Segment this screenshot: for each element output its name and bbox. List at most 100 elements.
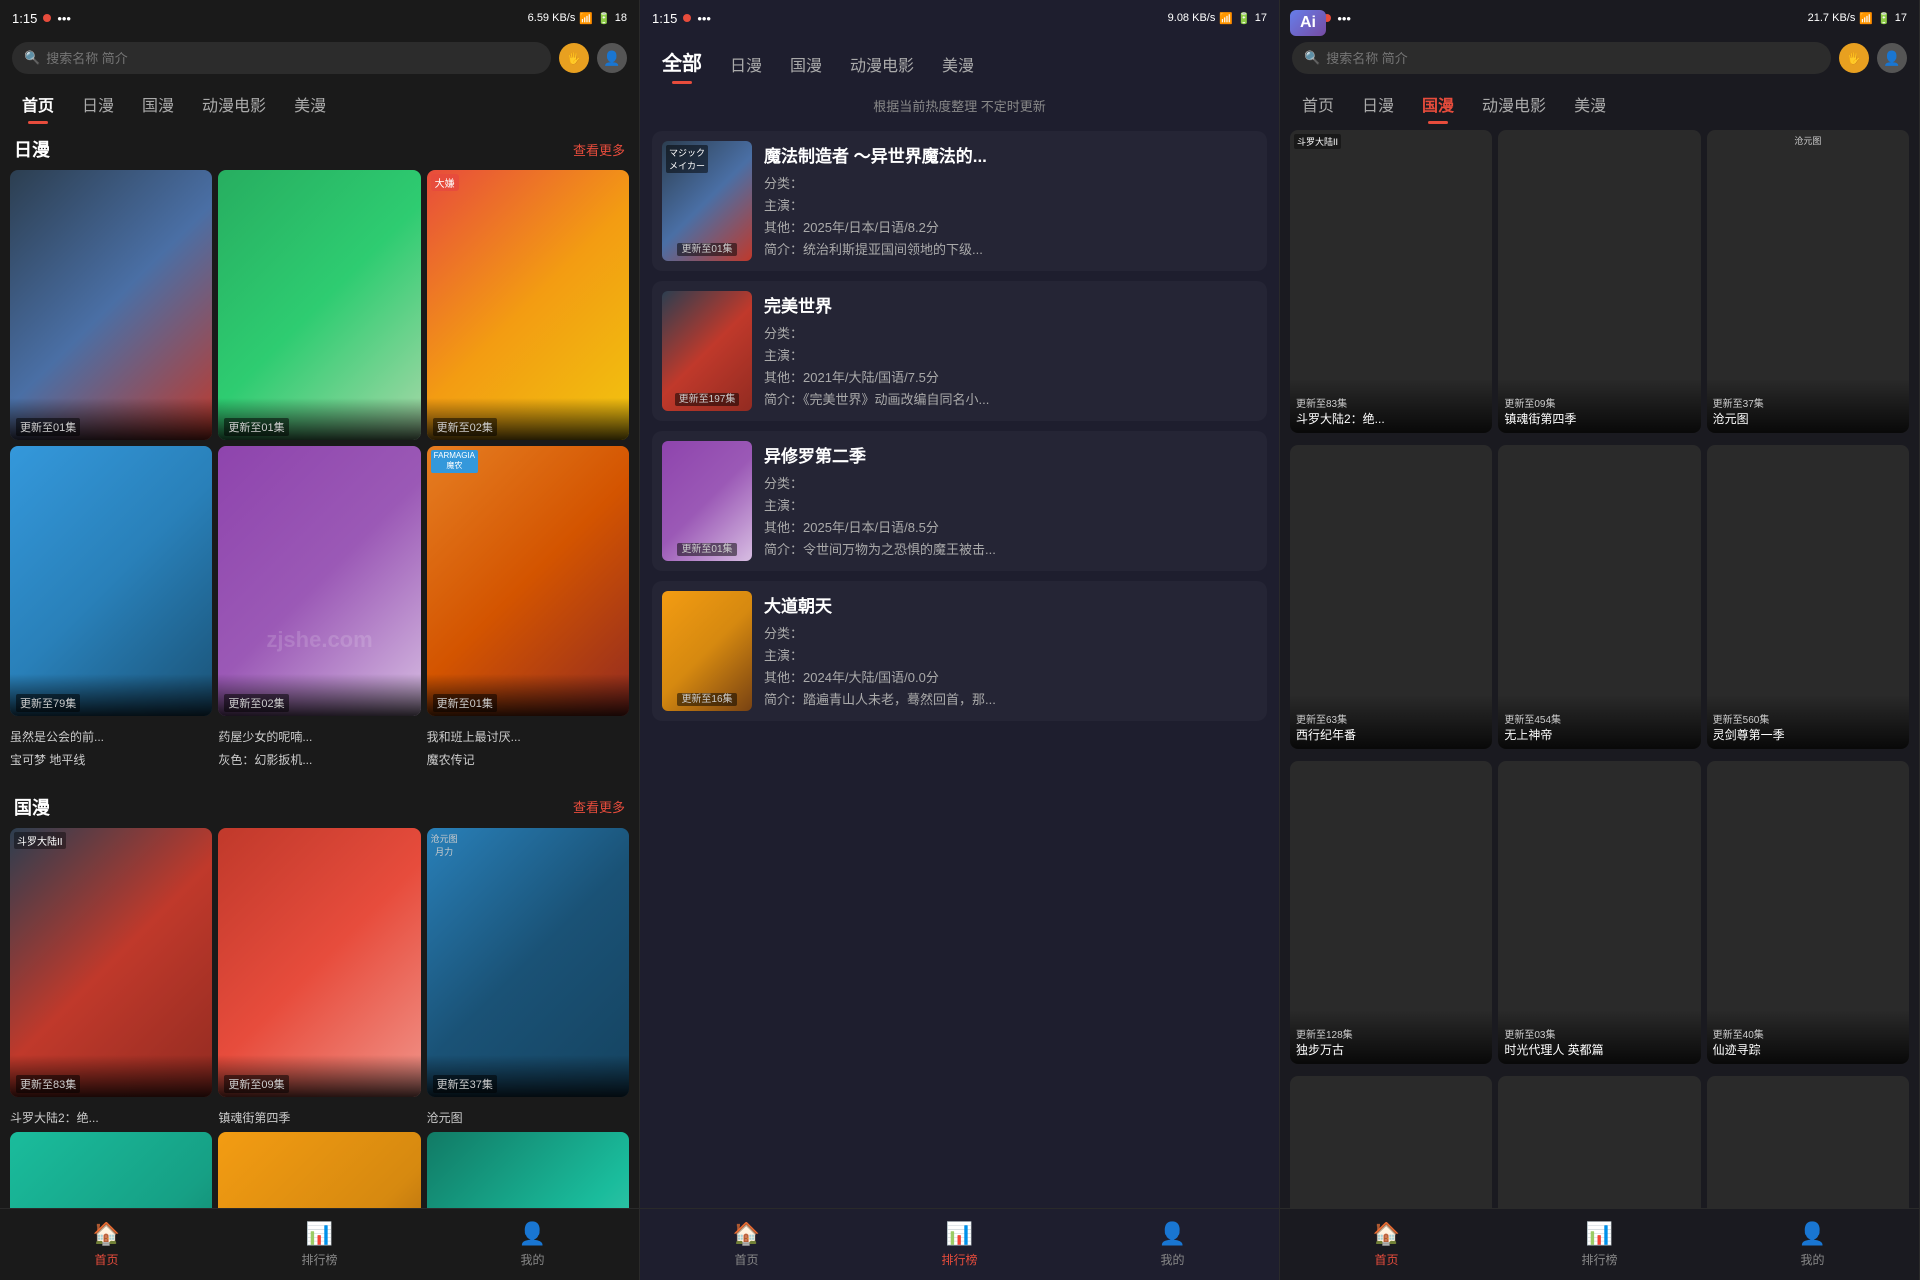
anime-card-2[interactable]: 大嫌 更新至02集 xyxy=(427,170,629,440)
search-wrap-3[interactable]: 🔍 xyxy=(1292,42,1831,74)
rank-label-2: 排行榜 xyxy=(941,1251,977,1268)
tab-all-2[interactable]: 全部 xyxy=(648,39,716,84)
rank-other-1: 其他：2021年/大陆/国语/7.5分 xyxy=(764,367,1257,386)
large-card-2[interactable]: 沧元图 更新至37集 沧元图 xyxy=(1707,130,1909,433)
bottom-profile-3[interactable]: 👤 我的 xyxy=(1706,1221,1919,1268)
anime-card-3[interactable]: 更新至79集 xyxy=(10,446,212,716)
lcard-overlay-6: 更新至128集 独步万古 xyxy=(1290,1010,1492,1064)
anime-card-1[interactable]: 更新至01集 xyxy=(218,170,420,440)
section-more-guoman[interactable]: 查看更多 xyxy=(573,797,625,816)
gcard-overlay-2: 更新至37集 xyxy=(427,1055,629,1097)
nav-tabs-1: 首页 日漫 国漫 动漫电影 美漫 xyxy=(0,80,639,124)
gcard-ep-2: 更新至37集 xyxy=(433,1075,497,1093)
anime-card-0[interactable]: 更新至01集 xyxy=(10,170,212,440)
tab-american-3[interactable]: 美漫 xyxy=(1560,84,1620,124)
tab-riman-1[interactable]: 日漫 xyxy=(68,84,128,124)
anime-card-4[interactable]: 更新至02集 xyxy=(218,446,420,716)
lcard-overlay-2: 更新至37集 沧元图 xyxy=(1707,379,1909,433)
bottom-home-2[interactable]: 🏠 首页 xyxy=(640,1221,853,1268)
rank-title-0: 魔法制造者 ～异世界魔法的... xyxy=(764,142,1257,167)
rank-other-3: 其他：2024年/大陆/国语/0.0分 xyxy=(764,667,1257,686)
search-icon-3: 🔍 xyxy=(1304,50,1320,66)
wifi-icon-1: 📶 xyxy=(579,12,593,25)
tab-home-1[interactable]: 首页 xyxy=(8,84,68,124)
large-card-1[interactable]: 更新至09集 镇魂街第四季 xyxy=(1498,130,1700,433)
guoman-card-4[interactable] xyxy=(218,1132,420,1208)
tab-riman-2[interactable]: 日漫 xyxy=(716,44,776,84)
card-overlay-3: 更新至79集 xyxy=(10,674,212,716)
bottom-rank-3[interactable]: 📊 排行榜 xyxy=(1493,1221,1706,1268)
search-input-1[interactable] xyxy=(46,51,539,66)
section-more-riman[interactable]: 查看更多 xyxy=(573,140,625,159)
rank-cat-0: 分类： xyxy=(764,173,1257,192)
rank-item-0[interactable]: マジックメイカー 更新至01集 魔法制造者 ～异世界魔法的... 分类： 主演：… xyxy=(652,131,1267,271)
lcard-overlay-3: 更新至63集 西行纪年番 xyxy=(1290,695,1492,749)
bottom-home-1[interactable]: 🏠 首页 xyxy=(0,1221,213,1268)
avatar-btn-1[interactable]: 🖐 xyxy=(559,43,589,73)
tab-american-1[interactable]: 美漫 xyxy=(280,84,340,124)
rank-list: マジックメイカー 更新至01集 魔法制造者 ～异世界魔法的... 分类： 主演：… xyxy=(640,123,1279,1208)
large-card-5[interactable]: 更新至560集 灵剑尊第一季 xyxy=(1707,445,1909,748)
guoman-card-3[interactable] xyxy=(10,1132,212,1208)
bottom-rank-1[interactable]: 📊 排行榜 xyxy=(213,1221,426,1268)
bottom-profile-2[interactable]: 👤 我的 xyxy=(1066,1221,1279,1268)
rank-title-1: 完美世界 xyxy=(764,292,1257,317)
tab-guoman-3[interactable]: 国漫 xyxy=(1408,84,1468,124)
tab-movie-2[interactable]: 动漫电影 xyxy=(836,44,928,84)
rank-info-0: 魔法制造者 ～异世界魔法的... 分类： 主演： 其他：2025年/日本/日语/… xyxy=(764,142,1257,261)
lcard-title-7: 时光代理人 英都篇 xyxy=(1504,1041,1694,1058)
profile-btn-1[interactable]: 👤 xyxy=(597,43,627,73)
avatar-btn-3[interactable]: 🖐 xyxy=(1839,43,1869,73)
status-bar-1: 1:15 ••• 6.59 KB/s 📶 🔋 18 xyxy=(0,0,639,36)
gcard-overlay-1: 更新至09集 xyxy=(218,1055,420,1097)
search-wrap-1[interactable]: 🔍 xyxy=(12,42,551,74)
battery-num-2: 17 xyxy=(1255,12,1267,24)
bottom-profile-1[interactable]: 👤 我的 xyxy=(426,1221,639,1268)
riman-title-2: 我和班上最讨厌... xyxy=(427,728,629,745)
profile-icon-3: 👤 xyxy=(1799,1221,1826,1247)
rank-item-1[interactable]: 更新至197集 完美世界 分类： 主演： 其他：2021年/大陆/国语/7.5分… xyxy=(652,281,1267,421)
tab-movie-1[interactable]: 动漫电影 xyxy=(188,84,280,124)
bottom-nav-3: 🏠 首页 📊 排行榜 👤 我的 xyxy=(1280,1208,1919,1280)
large-card-9[interactable]: 丹道至尊 xyxy=(1290,1076,1492,1208)
guoman-card-5[interactable] xyxy=(427,1132,629,1208)
bottom-home-3[interactable]: 🏠 首页 xyxy=(1280,1221,1493,1268)
lcard-ep-6: 更新至128集 xyxy=(1296,1026,1486,1041)
search-bar-1: 🔍 🖐 👤 xyxy=(0,36,639,80)
large-card-7[interactable]: 更新至03集 时光代理人 英都篇 xyxy=(1498,761,1700,1064)
rank-item-3[interactable]: 更新至16集 大道朝天 分类： 主演： 其他：2024年/大陆/国语/0.0分 … xyxy=(652,581,1267,721)
search-input-3[interactable] xyxy=(1326,51,1819,66)
large-card-10[interactable]: 斗破苍穹 xyxy=(1498,1076,1700,1208)
rank-thumb-0: マジックメイカー 更新至01集 xyxy=(662,141,752,261)
large-card-6[interactable]: 更新至128集 独步万古 xyxy=(1290,761,1492,1064)
tab-home-3[interactable]: 首页 xyxy=(1288,84,1348,124)
profile-btn-3[interactable]: 👤 xyxy=(1877,43,1907,73)
large-card-0[interactable]: 斗罗大陆II 更新至83集 斗罗大陆2：绝... xyxy=(1290,130,1492,433)
tab-riman-3[interactable]: 日漫 xyxy=(1348,84,1408,124)
lcard-title-3: 西行纪年番 xyxy=(1296,726,1486,743)
rank-desc-3: 简介：踏遍青山人未老，蓦然回首，那... xyxy=(764,689,1257,708)
anime-card-5[interactable]: FARMAGIA魔农 更新至01集 xyxy=(427,446,629,716)
bottom-rank-2[interactable]: 📊 排行榜 xyxy=(853,1221,1066,1268)
tab-guoman-1[interactable]: 国漫 xyxy=(128,84,188,124)
riman-title-4: 灰色：幻影扳机... xyxy=(218,751,420,768)
large-card-3[interactable]: 更新至63集 西行纪年番 xyxy=(1290,445,1492,748)
large-card-4[interactable]: 更新至454集 无上神帝 xyxy=(1498,445,1700,748)
status-right-1: 6.59 KB/s 📶 🔋 18 xyxy=(528,12,627,25)
rank-thumb-3: 更新至16集 xyxy=(662,591,752,711)
gcard-ep-1: 更新至09集 xyxy=(224,1075,288,1093)
tab-movie-3[interactable]: 动漫电影 xyxy=(1468,84,1560,124)
rank-item-2[interactable]: 更新至01集 异修罗第二季 分类： 主演： 其他：2025年/日本/日语/8.5… xyxy=(652,431,1267,571)
guoman-large-grid-3: 更新至128集 独步万古 更新至03集 时光代理人 英都篇 更新至40集 仙迹寻… xyxy=(1280,755,1919,1070)
guoman-card-0[interactable]: 斗罗大陆II 更新至83集 xyxy=(10,828,212,1098)
status-dot-2 xyxy=(683,14,691,22)
tab-guoman-2[interactable]: 国漫 xyxy=(776,44,836,84)
large-card-8[interactable]: 更新至40集 仙迹寻踪 xyxy=(1707,761,1909,1064)
lcard-title-1: 镇魂街第四季 xyxy=(1504,410,1694,427)
large-card-11[interactable]: 仙武帝尊 xyxy=(1707,1076,1909,1208)
tab-american-2[interactable]: 美漫 xyxy=(928,44,988,84)
home-icon-3: 🏠 xyxy=(1373,1221,1400,1247)
guoman-card-1[interactable]: 更新至09集 xyxy=(218,828,420,1098)
guoman-card-2[interactable]: 沧元图月力 更新至37集 xyxy=(427,828,629,1098)
lcard-overlay-0: 更新至83集 斗罗大陆2：绝... xyxy=(1290,379,1492,433)
